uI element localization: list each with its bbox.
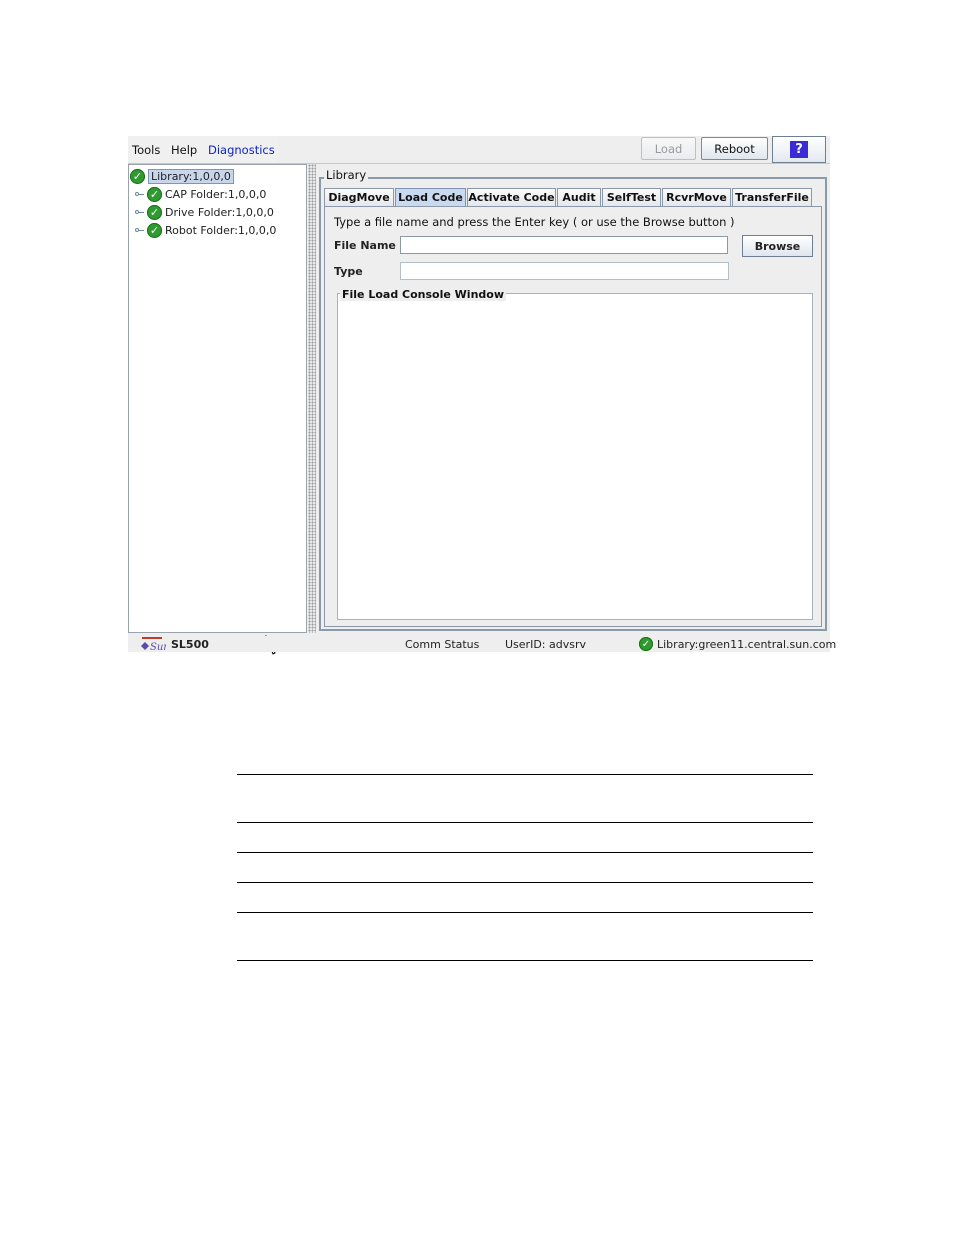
- status-bar: Sun SL500 Comm Status UserID: advsrv ✓ L…: [128, 636, 836, 652]
- tab-rcvrmove[interactable]: RcvrMove: [662, 188, 731, 206]
- menu-tools[interactable]: Tools: [132, 143, 160, 157]
- instruction-text: Type a file name and press the Enter key…: [334, 215, 735, 229]
- library-ok-icon: ✓: [639, 637, 653, 651]
- panel-title: Library: [324, 168, 369, 182]
- tree-item-library[interactable]: ✓ Library:1,0,0,0: [130, 168, 234, 184]
- svg-text:Sun: Sun: [150, 642, 166, 651]
- help-button[interactable]: ?: [772, 136, 826, 163]
- table-rule: [237, 912, 813, 913]
- type-field: [400, 262, 729, 280]
- table-rule: [237, 822, 813, 823]
- navigation-tree: ✓ Library:1,0,0,0 ✓ CAP Folder:1,0,0,0 ✓…: [128, 164, 307, 655]
- tree-item-drive-folder[interactable]: ✓ Drive Folder:1,0,0,0: [135, 204, 274, 220]
- tree-item-robot-folder[interactable]: ✓ Robot Folder:1,0,0,0: [135, 222, 276, 238]
- tree-expand-icon[interactable]: [135, 209, 144, 216]
- tab-audit[interactable]: Audit: [557, 188, 601, 206]
- tree-item-label: Robot Folder:1,0,0,0: [165, 223, 277, 237]
- file-name-input[interactable]: [400, 236, 728, 254]
- reboot-button[interactable]: Reboot: [701, 137, 768, 160]
- table-rule: [237, 774, 813, 775]
- ok-check-icon: ✓: [147, 222, 162, 238]
- tree-expand-icon[interactable]: [135, 227, 144, 234]
- tree-item-cap-folder[interactable]: ✓ CAP Folder:1,0,0,0: [135, 186, 266, 202]
- console-title: File Load Console Window: [340, 288, 506, 301]
- split-pane-divider[interactable]: [308, 164, 316, 633]
- tree-item-label: Drive Folder:1,0,0,0: [165, 205, 274, 219]
- user-id: UserID: advsrv: [505, 638, 586, 651]
- file-name-label: File Name: [334, 239, 396, 252]
- product-name: SL500: [171, 638, 209, 651]
- table-rule: [237, 882, 813, 883]
- menu-diagnostics[interactable]: Diagnostics: [208, 143, 275, 157]
- ok-check-icon: ✓: [130, 168, 145, 184]
- load-button[interactable]: Load: [641, 137, 696, 160]
- browse-button[interactable]: Browse: [742, 235, 813, 257]
- tab-activate-code[interactable]: Activate Code: [467, 188, 556, 206]
- type-label: Type: [334, 265, 363, 278]
- menu-help[interactable]: Help: [171, 143, 197, 157]
- library-host: Library:green11.central.sun.com: [657, 638, 837, 651]
- ok-check-icon: ✓: [147, 186, 162, 202]
- table-rule: [237, 852, 813, 853]
- tree-expand-icon[interactable]: [135, 191, 144, 198]
- file-load-console[interactable]: [337, 293, 813, 620]
- ok-check-icon: ✓: [147, 204, 162, 220]
- help-icon: ?: [790, 141, 808, 158]
- library-console-window: Tools Help Diagnostics Load Reboot ? ✓ L…: [128, 136, 836, 655]
- tab-diagmove[interactable]: DiagMove: [324, 188, 394, 206]
- sun-logo-icon: Sun: [141, 637, 166, 651]
- table-rule: [237, 960, 813, 961]
- tab-load-code[interactable]: Load Code: [395, 188, 466, 206]
- menu-bar: Tools Help Diagnostics: [128, 136, 278, 163]
- tab-transferfile[interactable]: TransferFile: [732, 188, 812, 206]
- tree-item-label: Library:1,0,0,0: [148, 168, 234, 184]
- tab-selftest[interactable]: SelfTest: [602, 188, 661, 206]
- comm-status: Comm Status: [405, 638, 480, 651]
- tree-item-label: CAP Folder:1,0,0,0: [165, 187, 267, 201]
